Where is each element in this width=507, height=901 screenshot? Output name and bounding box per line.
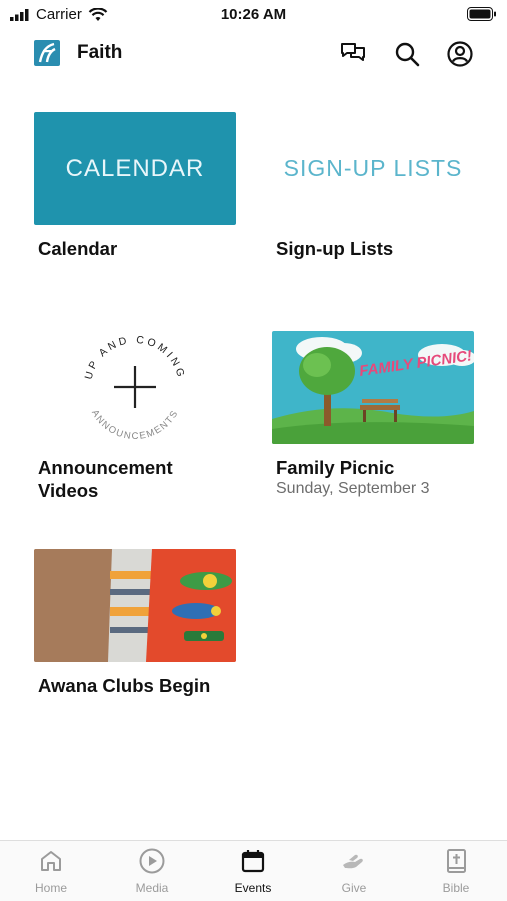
card-title: Announcement Videos (38, 457, 173, 501)
card-calendar[interactable]: CALENDAR Calendar (34, 112, 236, 260)
battery-icon (467, 7, 497, 26)
profile-icon[interactable] (446, 40, 474, 68)
app-header: Faith (0, 34, 507, 74)
announce-bottom-text: ANNOUNCEMENTS (89, 408, 179, 442)
calendar-thumb-text: CALENDAR (65, 154, 205, 182)
bible-icon (447, 849, 466, 873)
card-title: Awana Clubs Begin (38, 675, 211, 696)
tab-bar: Home Media Events Give Bible (0, 840, 507, 901)
tab-label: Bible (442, 881, 470, 895)
tab-bible[interactable]: Bible (416, 847, 496, 895)
search-icon[interactable] (393, 40, 421, 68)
signup-thumb-text: SIGN-UP LISTS (283, 155, 463, 181)
status-time: 10:26 AM (220, 6, 287, 23)
give-icon (343, 854, 363, 869)
announcements-thumbnail[interactable]: UP AND COMING ANNOUNCEMENTS (34, 331, 236, 444)
card-signup-lists[interactable]: SIGN-UP LISTS Sign-up Lists (272, 112, 474, 260)
tab-label: Events (234, 881, 272, 895)
card-awana-clubs[interactable]: Awana Clubs Begin (34, 549, 236, 697)
family-picnic-thumbnail[interactable]: FAMILY PICNIC! (272, 331, 474, 444)
svg-text:ANNOUNCEMENTS: ANNOUNCEMENTS (89, 408, 181, 442)
tab-media[interactable]: Media (112, 847, 192, 895)
home-icon (41, 851, 61, 871)
signup-thumbnail[interactable]: SIGN-UP LISTS (272, 112, 474, 225)
card-title: Sign-up Lists (276, 238, 394, 259)
tab-give[interactable]: Give (314, 847, 394, 895)
messages-icon[interactable] (339, 40, 367, 68)
tab-home[interactable]: Home (11, 847, 91, 895)
card-family-picnic[interactable]: FAMILY PICNIC! Family Picnic Sunday, Sep… (272, 331, 474, 498)
card-announcement-videos[interactable]: UP AND COMING ANNOUNCEMENTS Announcement… (34, 331, 236, 502)
tab-label: Home (34, 881, 67, 895)
card-subtitle: Sunday, September 3 (276, 480, 430, 497)
faith-logo-icon (34, 40, 60, 66)
tab-label: Media (135, 881, 169, 895)
tab-events[interactable]: Events (213, 847, 293, 895)
awana-thumbnail[interactable] (34, 549, 236, 662)
card-title: Family Picnic (276, 457, 395, 478)
status-bar: Carrier 10:26 AM (0, 0, 507, 28)
play-icon (139, 848, 165, 874)
calendar-thumbnail[interactable]: CALENDAR (34, 112, 236, 225)
calendar-icon (241, 850, 265, 873)
app-title: Faith (77, 42, 123, 63)
card-title: Calendar (38, 238, 118, 259)
tab-label: Give (341, 881, 367, 895)
